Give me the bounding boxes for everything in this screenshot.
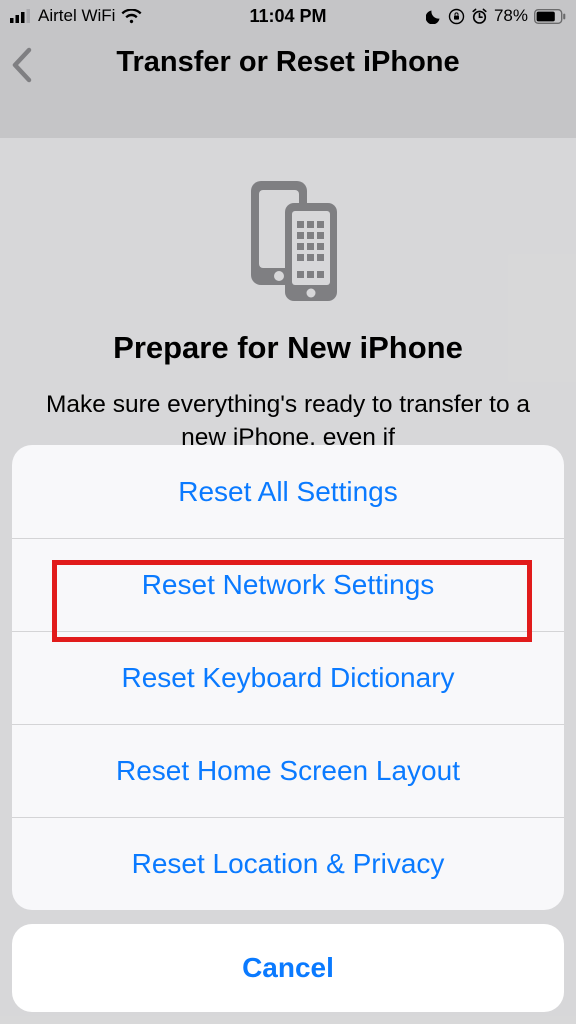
cancel-button[interactable]: Cancel (12, 924, 564, 1012)
reset-network-settings[interactable]: Reset Network Settings (12, 538, 564, 631)
reset-home-screen-layout[interactable]: Reset Home Screen Layout (12, 724, 564, 817)
action-sheet: Reset All Settings Reset Network Setting… (12, 445, 564, 1012)
reset-location-privacy[interactable]: Reset Location & Privacy (12, 817, 564, 910)
reset-keyboard-dictionary[interactable]: Reset Keyboard Dictionary (12, 631, 564, 724)
reset-all-settings[interactable]: Reset All Settings (12, 445, 564, 538)
